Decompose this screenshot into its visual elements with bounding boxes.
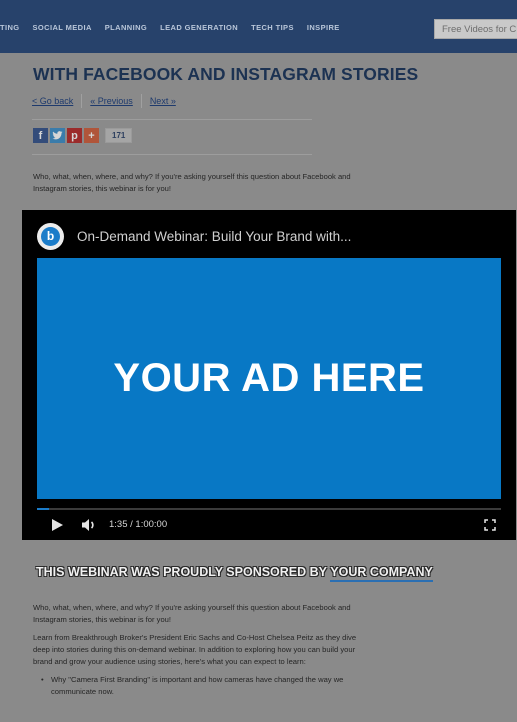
- channel-logo-icon[interactable]: b: [37, 223, 64, 250]
- pinterest-share-button[interactable]: p: [67, 128, 82, 143]
- intro-paragraph: Who, what, when, where, and why? If you'…: [33, 172, 351, 193]
- facebook-share-button[interactable]: f: [33, 128, 48, 143]
- twitter-share-button[interactable]: [50, 128, 65, 143]
- pager: < Go back « Previous Next »: [32, 94, 176, 108]
- more-share-button[interactable]: +: [84, 128, 99, 143]
- volume-icon[interactable]: [81, 518, 97, 532]
- share-bar: f p + 171: [33, 128, 133, 143]
- nav-item-inspire[interactable]: INSPIRE: [307, 23, 340, 32]
- player-controls: 1:35 / 1:00:00: [37, 515, 501, 535]
- top-navigation: TING SOCIAL MEDIA PLANNING LEAD GENERATI…: [0, 0, 517, 53]
- search-input[interactable]: Free Videos for C: [434, 19, 517, 39]
- time-display: 1:35 / 1:00:00: [109, 519, 168, 530]
- previous-link[interactable]: « Previous: [90, 96, 133, 106]
- play-icon[interactable]: [52, 519, 63, 531]
- nav-item-planning[interactable]: PLANNING: [105, 23, 147, 32]
- sponsor-company-link[interactable]: YOUR COMPANY: [330, 565, 433, 582]
- search-placeholder: Free Videos for C: [442, 24, 517, 35]
- go-back-link[interactable]: < Go back: [32, 96, 73, 106]
- progress-fill: [37, 508, 50, 510]
- pager-divider: [81, 94, 83, 108]
- nav-item-lead-generation[interactable]: LEAD GENERATION: [160, 23, 238, 32]
- facebook-icon: f: [38, 129, 43, 142]
- sponsor-banner: THIS WEBINAR WAS PROUDLY SPONSORED BY YO…: [36, 565, 433, 582]
- sponsor-text: THIS WEBINAR WAS PROUDLY SPONSORED BY: [36, 565, 331, 579]
- plus-icon: +: [88, 129, 95, 142]
- divider: [32, 119, 312, 120]
- body-paragraph: Learn from Breakthrough Broker's Preside…: [33, 633, 357, 666]
- nav-item-social-media[interactable]: SOCIAL MEDIA: [33, 23, 92, 32]
- progress-bar[interactable]: [37, 508, 501, 510]
- divider: [32, 154, 312, 155]
- ad-text: YOUR AD HERE: [113, 356, 425, 400]
- nav-links: TING SOCIAL MEDIA PLANNING LEAD GENERATI…: [0, 23, 340, 32]
- nav-item-marketing[interactable]: TING: [0, 23, 20, 32]
- ad-placeholder[interactable]: YOUR AD HERE: [37, 258, 501, 499]
- learn-list: Why "Camera First Branding" is important…: [33, 674, 363, 698]
- next-link[interactable]: Next »: [150, 96, 176, 106]
- fullscreen-icon[interactable]: [484, 519, 496, 531]
- pinterest-icon: p: [71, 129, 78, 142]
- twitter-icon: [52, 131, 63, 140]
- body-paragraph: Who, what, when, where, and why? If you'…: [33, 603, 351, 624]
- pager-divider: [140, 94, 142, 108]
- article-body: Who, what, when, where, and why? If you'…: [33, 602, 363, 698]
- nav-item-tech-tips[interactable]: TECH TIPS: [251, 23, 294, 32]
- share-count: 171: [105, 128, 133, 143]
- video-title[interactable]: On-Demand Webinar: Build Your Brand with…: [77, 229, 351, 244]
- list-item: Why "Camera First Branding" is important…: [41, 674, 363, 698]
- page-title: WITH FACEBOOK AND INSTAGRAM STORIES: [33, 64, 419, 84]
- video-player[interactable]: b On-Demand Webinar: Build Your Brand wi…: [22, 210, 516, 540]
